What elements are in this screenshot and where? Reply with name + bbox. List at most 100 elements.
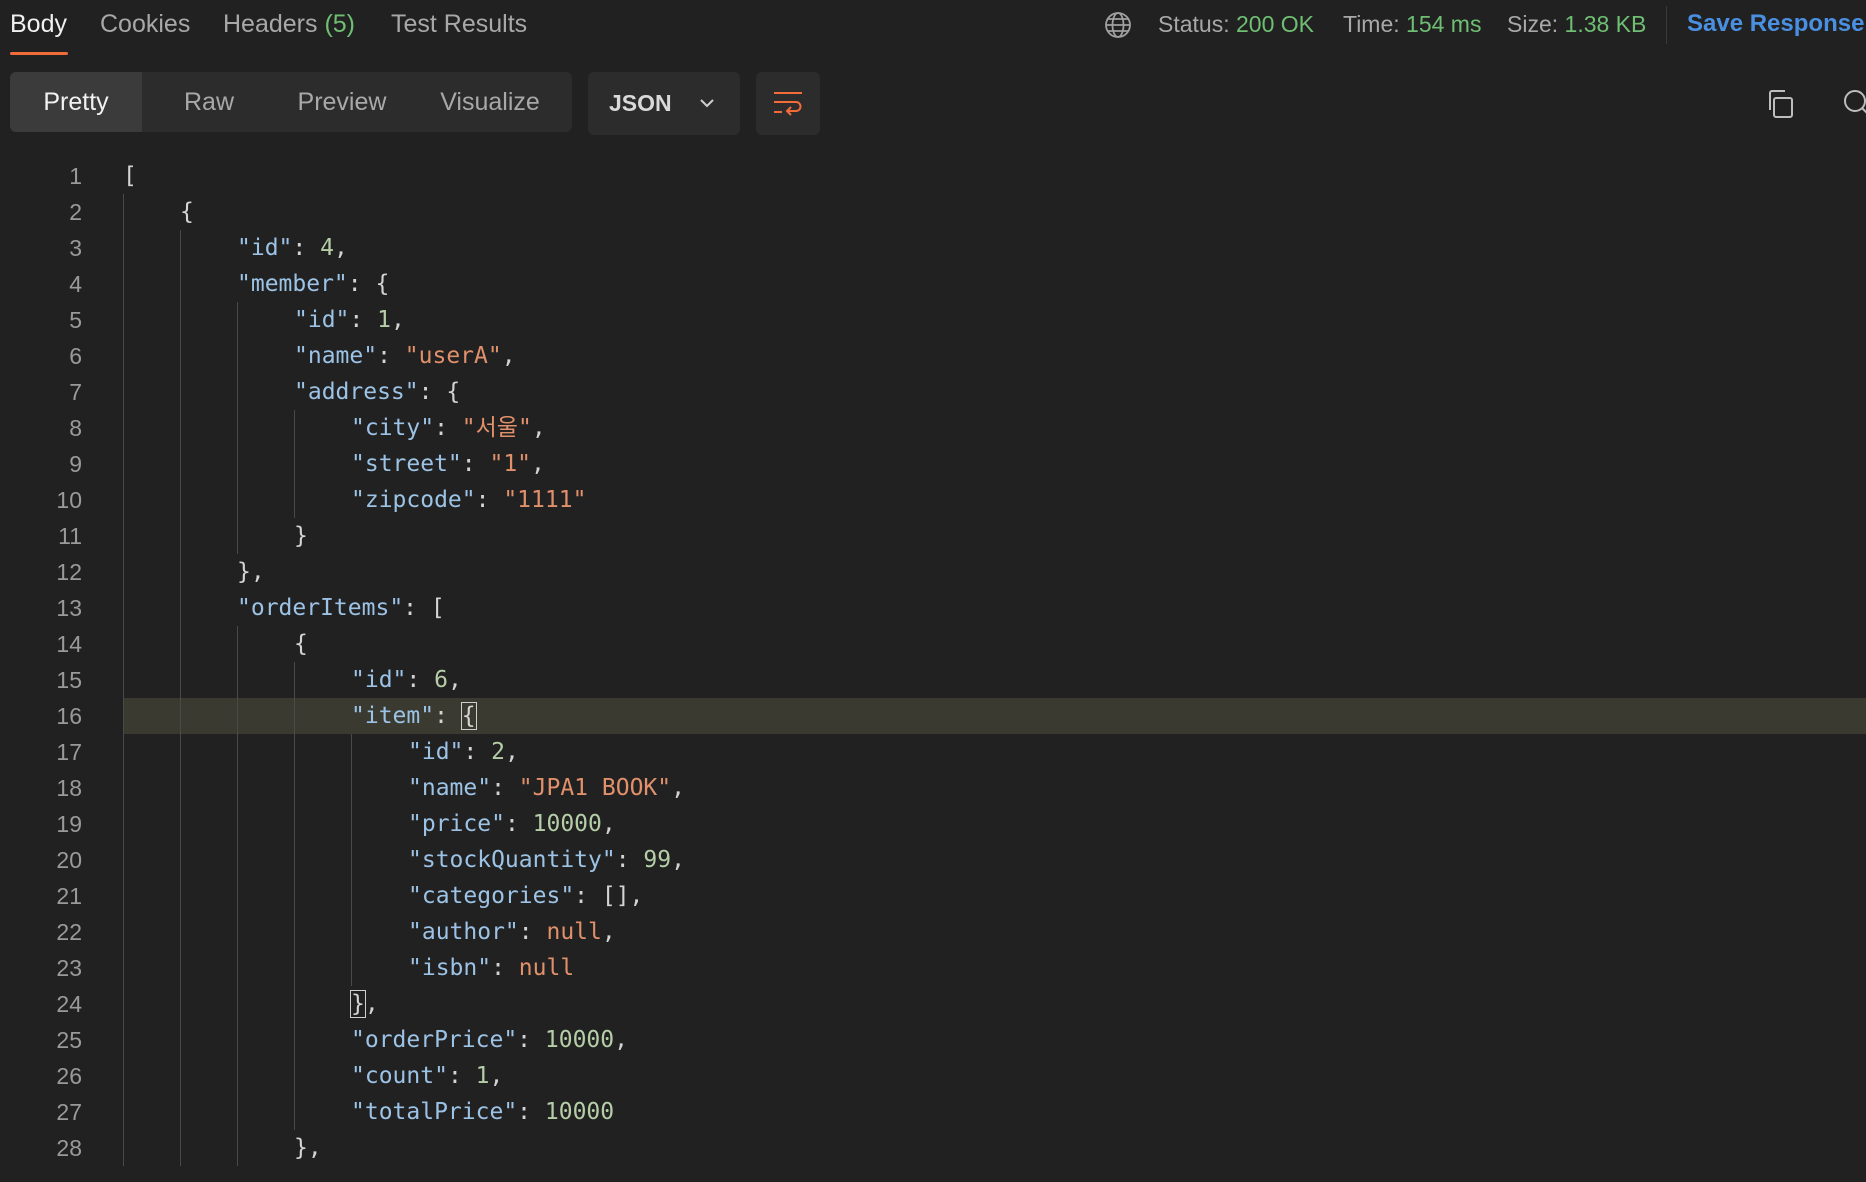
code-line: 9 "street": "1", bbox=[0, 446, 1866, 482]
code-line: 12}, bbox=[0, 554, 1866, 590]
code-token: "item" bbox=[351, 703, 435, 729]
code-token: 99 bbox=[643, 847, 672, 873]
code-token: "zipcode" bbox=[351, 487, 476, 513]
line-number: 28 bbox=[56, 1135, 82, 1161]
code-token: "1" bbox=[489, 451, 532, 477]
tab-test-results-label: Test Results bbox=[391, 10, 528, 38]
code-token: : bbox=[292, 235, 321, 261]
code-text: "count": 1, bbox=[351, 1058, 503, 1094]
code-token: : bbox=[447, 1063, 476, 1089]
code-line: 20 "stockQuantity": 99, bbox=[0, 842, 1866, 878]
line-number: 22 bbox=[56, 919, 82, 945]
code-token: , bbox=[671, 775, 685, 801]
headers-count-badge: (5) bbox=[324, 10, 356, 38]
view-mode-preview[interactable]: Preview bbox=[276, 72, 408, 132]
code-text: "price": 10000, bbox=[408, 806, 616, 842]
code-text: "id": 2, bbox=[408, 734, 519, 770]
code-token: : { bbox=[347, 271, 390, 297]
status-readout: Status: 200 OK bbox=[1158, 8, 1314, 40]
code-token: 1 bbox=[475, 1063, 490, 1089]
code-line: 7 "address": { bbox=[0, 374, 1866, 410]
code-token: "street" bbox=[351, 451, 462, 477]
view-mode-raw[interactable]: Raw bbox=[142, 72, 276, 132]
tab-headers-label: Headers bbox=[223, 10, 318, 38]
code-line: 4 "member": { bbox=[0, 266, 1866, 302]
code-token: null bbox=[518, 955, 575, 981]
tab-headers[interactable]: Headers (5) bbox=[223, 8, 355, 48]
code-token: "count" bbox=[351, 1063, 448, 1089]
code-token: , bbox=[601, 919, 616, 945]
code-line: 28}, bbox=[0, 1130, 1866, 1166]
toolbar-divider bbox=[1666, 6, 1667, 44]
search-icon[interactable] bbox=[1842, 88, 1866, 118]
view-mode-segmented-control: Pretty Raw Preview Visualize bbox=[10, 72, 572, 132]
code-text: }, bbox=[237, 554, 265, 590]
wrap-lines-button[interactable] bbox=[756, 72, 820, 135]
code-line: 15 "id": 6, bbox=[0, 662, 1866, 698]
code-text: "address": { bbox=[294, 374, 460, 410]
format-select[interactable]: JSON bbox=[588, 72, 740, 135]
code-token: : [], bbox=[574, 883, 644, 909]
code-line: 8 "city": "서울", bbox=[0, 410, 1866, 446]
code-token: : bbox=[491, 955, 519, 981]
code-token: "orderItems" bbox=[237, 595, 404, 621]
indent-guide bbox=[180, 230, 181, 1166]
code-token: : bbox=[615, 847, 644, 873]
code-line: 26 "count": 1, bbox=[0, 1058, 1866, 1094]
tab-body[interactable]: Body bbox=[10, 8, 67, 48]
chevron-down-icon bbox=[700, 99, 714, 108]
code-token: : { bbox=[418, 379, 461, 405]
code-line: 22 "author": null, bbox=[0, 914, 1866, 950]
code-line: 24}, bbox=[0, 986, 1866, 1022]
code-token: 2 bbox=[491, 739, 505, 765]
status-label: Status: bbox=[1158, 11, 1230, 37]
view-mode-visualize[interactable]: Visualize bbox=[408, 72, 572, 132]
code-line: 5 "id": 1, bbox=[0, 302, 1866, 338]
code-token: , bbox=[671, 847, 685, 873]
line-number: 23 bbox=[56, 955, 82, 981]
size-readout: Size: 1.38 KB bbox=[1507, 8, 1646, 40]
indent-guide bbox=[123, 194, 124, 1166]
copy-icon[interactable] bbox=[1765, 88, 1795, 120]
code-token: 10000 bbox=[544, 1099, 615, 1125]
code-text: { bbox=[294, 626, 308, 662]
line-number: 26 bbox=[56, 1063, 82, 1089]
save-response-button[interactable]: Save Response bbox=[1687, 8, 1864, 40]
code-text: "id": 6, bbox=[351, 662, 462, 698]
code-text: "categories": [], bbox=[408, 878, 643, 914]
response-body-code-viewer[interactable]: 1[2{3 "id": 4, 4 "member": {5 "id": 1, 6 "name… bbox=[0, 158, 1866, 1166]
code-text: "city": "서울", bbox=[351, 410, 546, 446]
code-token: null bbox=[546, 919, 602, 945]
code-line: 16 "item": { bbox=[0, 698, 1866, 734]
code-token: : bbox=[517, 1027, 545, 1053]
code-line: 1[ bbox=[0, 158, 1866, 194]
code-token: { bbox=[180, 199, 194, 225]
code-text: }, bbox=[294, 1130, 322, 1166]
code-token: "id" bbox=[408, 739, 464, 765]
line-number: 13 bbox=[56, 595, 82, 621]
time-value: 154 ms bbox=[1406, 11, 1482, 37]
tab-cookies[interactable]: Cookies bbox=[100, 8, 190, 48]
code-token: : bbox=[475, 487, 504, 513]
line-number: 20 bbox=[56, 847, 82, 873]
line-number: 10 bbox=[56, 487, 82, 513]
globe-icon[interactable] bbox=[1103, 10, 1133, 40]
code-token: 10000 bbox=[532, 811, 602, 837]
code-token: : bbox=[518, 919, 547, 945]
code-token: "stockQuantity" bbox=[408, 847, 616, 873]
line-number: 19 bbox=[56, 811, 82, 837]
code-token: }, bbox=[294, 1135, 322, 1161]
wrap-lines-icon bbox=[774, 92, 802, 116]
code-token: : [ bbox=[403, 595, 445, 621]
code-token: : bbox=[504, 811, 533, 837]
view-mode-pretty[interactable]: Pretty bbox=[10, 72, 142, 132]
code-text: "isbn": null bbox=[408, 950, 574, 986]
code-token: , bbox=[531, 415, 546, 441]
code-token: "id" bbox=[237, 235, 293, 261]
code-token: : bbox=[434, 703, 462, 729]
code-text: { bbox=[180, 194, 194, 230]
tab-test-results[interactable]: Test Results bbox=[391, 8, 527, 48]
line-number: 18 bbox=[56, 775, 82, 801]
code-token: "isbn" bbox=[408, 955, 492, 981]
code-line: 19 "price": 10000, bbox=[0, 806, 1866, 842]
